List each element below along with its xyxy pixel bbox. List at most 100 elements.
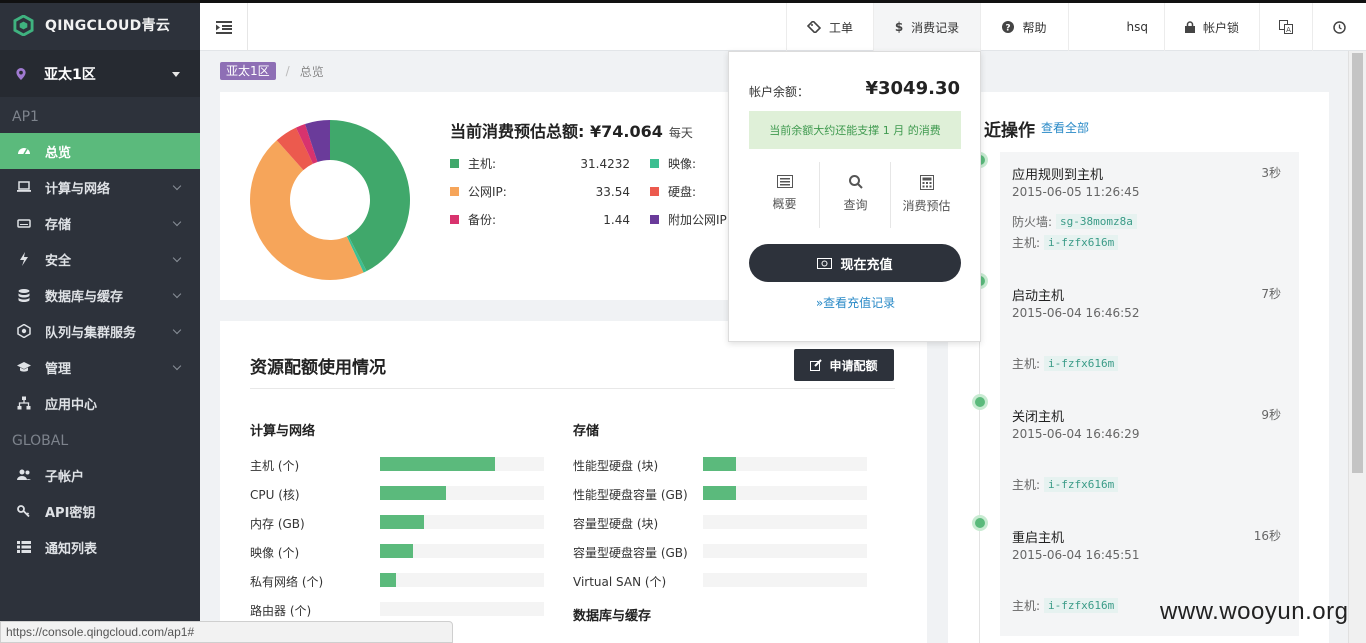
account-lock-button[interactable]: 帐户锁 xyxy=(1164,3,1259,51)
activity-card[interactable]: 关闭主机 9秒 2015-06-04 16:46:29 主机: i-fzfx616m xyxy=(1000,394,1299,515)
sidebar-item[interactable]: 通知列表 xyxy=(0,529,200,565)
activity-title-text: 应用规则到主机 xyxy=(1012,168,1104,183)
key-icon xyxy=(17,505,30,518)
quota-label: 容量型硬盘容量 (GB) xyxy=(573,546,688,560)
legend-swatch xyxy=(650,159,659,168)
activity-card[interactable]: 启动主机 7秒 2015-06-04 16:46:52 主机: i-fzfx616m xyxy=(1000,273,1299,394)
legend-label: 硬盘: xyxy=(668,185,697,199)
activity-field-key: 主机: xyxy=(1012,478,1041,492)
query-link[interactable]: 查询 xyxy=(820,175,891,213)
cost-unit: 每天 xyxy=(668,126,693,140)
activity-ago: 9秒 xyxy=(1261,408,1281,422)
clock-button[interactable] xyxy=(1312,3,1366,51)
cost-total: 当前消费预估总额: ¥74.064 xyxy=(450,122,663,141)
activity-field: 防火墙: sg-38momz8a xyxy=(1012,213,1137,230)
view-recharge-records-link[interactable]: »查看充值记录 xyxy=(729,294,982,311)
sidebar-item[interactable]: 安全 xyxy=(0,241,200,277)
activity-ago: 3秒 xyxy=(1261,166,1281,180)
edit-icon xyxy=(810,359,823,371)
timeline-dot xyxy=(972,394,988,410)
page-scrollbar[interactable] xyxy=(1348,51,1366,643)
account-lock-label: 帐户锁 xyxy=(1202,20,1239,35)
calculator-icon xyxy=(919,175,934,190)
username: hsq xyxy=(1126,20,1148,34)
activity-card[interactable]: 应用规则到主机 3秒 2015-06-05 11:26:45 防火墙: sg-38mom… xyxy=(1000,152,1299,273)
quota-panel: 资源配额使用情况 申请配额 计算与网络 主机 (个) CPU (核) 内存 (GB) 映… xyxy=(220,321,927,643)
sitemap-icon xyxy=(17,396,31,410)
view-all-link[interactable]: 查看全部 xyxy=(1041,119,1089,136)
quota-label: 性能型硬盘 (块) xyxy=(573,459,659,473)
ticket-icon xyxy=(806,21,821,33)
resource-id-link[interactable]: i-fzfx616m xyxy=(1044,598,1119,613)
brand-name: QINGCLOUD青云 xyxy=(45,18,171,34)
sidebar-item[interactable]: API密钥 xyxy=(0,493,200,529)
resource-id-link[interactable]: i-fzfx616m xyxy=(1044,477,1119,492)
list-alt-icon xyxy=(776,175,793,188)
sidebar-item-label: 总览 xyxy=(45,145,72,161)
sidebar-item-label: 队列与集群服务 xyxy=(45,325,137,341)
sidebar-item[interactable]: 队列与集群服务 xyxy=(0,313,200,349)
sidebar-section-label: AP1 xyxy=(12,109,39,125)
quota-row: CPU (核) xyxy=(250,486,550,502)
quota-group-title: 计算与网络 xyxy=(250,424,316,439)
translate-icon: A xyxy=(1279,20,1293,34)
sidebar-item[interactable]: 子帐户 xyxy=(0,457,200,493)
chevron-down-icon xyxy=(172,325,182,335)
sidebar-item[interactable]: 计算与网络 xyxy=(0,169,200,205)
chevron-down-icon xyxy=(172,217,182,227)
search-icon xyxy=(848,175,863,189)
resource-id-link[interactable]: i-fzfx616m xyxy=(1044,235,1119,250)
sidebar-item-label: 安全 xyxy=(45,253,72,269)
chevron-down-icon xyxy=(172,361,182,371)
resource-id-link[interactable]: sg-38momz8a xyxy=(1056,214,1137,229)
quota-bar-track xyxy=(380,457,544,471)
activity-field-key: 主机: xyxy=(1012,236,1041,250)
quota-bar-fill xyxy=(703,457,736,471)
billing-label: 消费记录 xyxy=(911,20,960,35)
quota-bar-track xyxy=(380,486,544,500)
quota-row: 私有网络 (个) xyxy=(250,573,550,589)
sidebar-item[interactable]: 管理 xyxy=(0,349,200,385)
chevron-down-icon xyxy=(172,289,182,299)
legend-label: 附加公网IP xyxy=(668,213,727,227)
zone-label: 亚太1区 xyxy=(44,67,96,83)
activity-field: 主机: i-fzfx616m xyxy=(1012,597,1119,614)
cost-estimate-link[interactable]: 消费预估 xyxy=(891,175,962,214)
help-button[interactable]: ? 帮助 xyxy=(980,3,1068,51)
apply-quota-button[interactable]: 申请配额 xyxy=(794,349,894,381)
legend-value: 1.44 xyxy=(603,212,630,227)
language-button[interactable]: A xyxy=(1259,3,1312,51)
overview-link[interactable]: 概要 xyxy=(749,175,820,212)
billing-button[interactable]: $ 消费记录 xyxy=(873,3,980,51)
quota-bar-track xyxy=(703,457,867,471)
sidebar-item-label: 应用中心 xyxy=(45,397,98,413)
breadcrumb-current: 总览 xyxy=(299,64,324,79)
quota-row: 容量型硬盘 (块) xyxy=(573,515,873,531)
bolt-icon xyxy=(20,252,28,266)
sidebar-item[interactable]: 存储 xyxy=(0,205,200,241)
legend-item: 主机: 31.4232 xyxy=(450,155,640,172)
recharge-button[interactable]: 现在充值 xyxy=(749,244,961,282)
quota-row: Virtual SAN (个) xyxy=(573,573,873,589)
logo[interactable]: QINGCLOUD青云 xyxy=(0,0,200,51)
divider xyxy=(250,388,895,389)
breadcrumb-zone[interactable]: 亚太1区 xyxy=(220,62,276,80)
ticket-button[interactable]: 工单 xyxy=(786,3,873,51)
user-menu[interactable]: hsq xyxy=(1068,3,1164,51)
quota-bar-fill xyxy=(380,486,446,500)
quota-title: 资源配额使用情况 xyxy=(250,358,386,378)
legend-label: 备份: xyxy=(468,213,497,227)
activity-field: 主机: i-fzfx616m xyxy=(1012,234,1119,251)
activity-datetime: 2015-06-04 16:46:52 xyxy=(1012,306,1140,320)
sidebar-item[interactable]: 应用中心 xyxy=(0,385,200,421)
activity-datetime: 2015-06-04 16:46:29 xyxy=(1012,427,1140,441)
sidebar-item[interactable]: 总览 xyxy=(0,133,200,169)
legend-label: 映像: xyxy=(668,157,697,171)
menu-toggle-button[interactable] xyxy=(200,3,248,51)
scrollbar-thumb[interactable] xyxy=(1352,53,1363,473)
sidebar-item[interactable]: 数据库与缓存 xyxy=(0,277,200,313)
resource-id-link[interactable]: i-fzfx616m xyxy=(1044,356,1119,371)
billing-dropdown: 帐户余额： ¥3049.30 当前余额大约还能支撑 1 月 的消费 概要 查询 … xyxy=(728,51,981,342)
users-icon xyxy=(17,469,31,480)
zone-selector[interactable]: 亚太1区 xyxy=(0,51,200,97)
